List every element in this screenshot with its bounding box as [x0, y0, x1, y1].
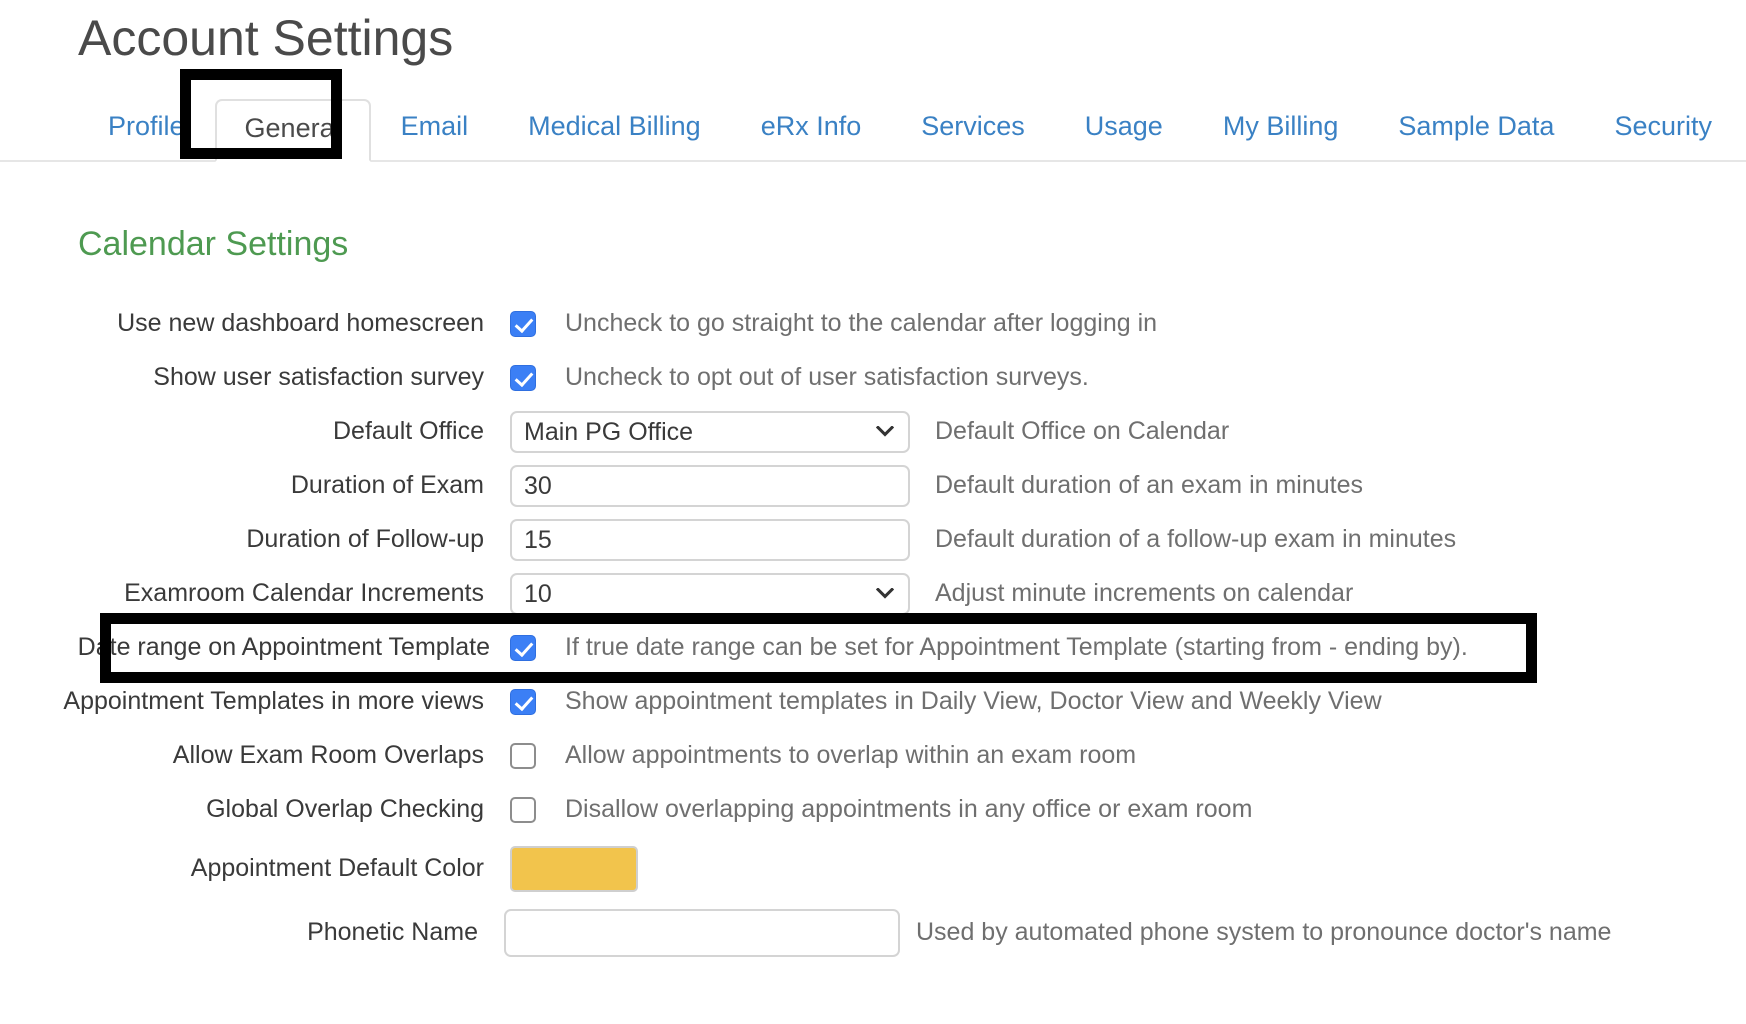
- setting-help-text: Adjust minute increments on calendar: [935, 579, 1354, 608]
- select-wrapper-default-office: Main PG Office: [510, 410, 910, 453]
- checkbox-date-range-template[interactable]: [510, 634, 536, 661]
- setting-label: Appointment Templates in more views: [63, 687, 484, 716]
- page-title: Account Settings: [78, 10, 454, 66]
- setting-help-text: Disallow overlapping appointments in any…: [565, 795, 1253, 824]
- setting-control: 30 Default duration of an exam in minute…: [510, 464, 1364, 507]
- checkbox-templates-more-views[interactable]: [510, 688, 536, 715]
- tab-email[interactable]: Email: [371, 97, 499, 160]
- select-wrapper-examroom-increments: 10: [510, 572, 910, 615]
- setting-row-global-overlap: Global Overlap Checking Disallow overlap…: [0, 783, 1746, 837]
- tab-medical-billing[interactable]: Medical Billing: [498, 97, 731, 160]
- setting-label: Show user satisfaction survey: [153, 363, 484, 392]
- setting-control: Disallow overlapping appointments in any…: [510, 795, 1252, 824]
- section-heading-calendar-settings: Calendar Settings: [78, 225, 349, 263]
- setting-row-date-range-template: Date range on Appointment Template If tr…: [0, 612, 1746, 683]
- setting-row-templates-more-views: Appointment Templates in more views Show…: [0, 675, 1746, 729]
- setting-row-examroom-increments: Examroom Calendar Increments 10 Adjust m…: [0, 567, 1746, 621]
- setting-help-text: Default duration of a follow-up exam in …: [935, 525, 1457, 554]
- input-duration-followup[interactable]: 15: [510, 518, 910, 561]
- checkbox-use-new-dashboard[interactable]: [510, 310, 536, 337]
- checkbox-satisfaction-survey[interactable]: [510, 364, 536, 391]
- setting-row-satisfaction-survey: Show user satisfaction survey Uncheck to…: [0, 351, 1746, 405]
- setting-label: Duration of Exam: [290, 471, 484, 500]
- setting-control: Allow appointments to overlap within an …: [510, 741, 1136, 770]
- setting-control: Used by automated phone system to pronou…: [504, 908, 1612, 957]
- setting-help-text: Used by automated phone system to pronou…: [916, 918, 1612, 947]
- setting-control: If true date range can be set for Appoin…: [510, 633, 1468, 662]
- setting-row-default-color: Appointment Default Color: [0, 837, 1746, 901]
- setting-control: Uncheck to go straight to the calendar a…: [510, 309, 1157, 338]
- setting-help-text: If true date range can be set for Appoin…: [565, 633, 1468, 662]
- setting-label: Phonetic Name: [307, 918, 478, 947]
- tab-security[interactable]: Security: [1584, 97, 1742, 160]
- input-duration-exam[interactable]: 30: [510, 464, 910, 507]
- setting-label: Use new dashboard homescreen: [117, 309, 484, 338]
- setting-row-use-new-dashboard: Use new dashboard homescreen Uncheck to …: [0, 297, 1746, 351]
- setting-label: Duration of Follow-up: [246, 525, 484, 554]
- setting-row-duration-followup: Duration of Follow-up 15 Default duratio…: [0, 513, 1746, 567]
- tab-my-billing[interactable]: My Billing: [1193, 97, 1369, 160]
- select-examroom-increments[interactable]: 10: [510, 572, 910, 615]
- setting-label: Default Office: [332, 417, 484, 446]
- setting-control: Uncheck to opt out of user satisfaction …: [510, 363, 1089, 392]
- tab-profile[interactable]: Profile: [78, 97, 215, 160]
- checkbox-exam-room-overlaps[interactable]: [510, 742, 536, 769]
- settings-tab-bar: Profile General Email Medical Billing eR…: [0, 86, 1746, 162]
- color-swatch-appointment-default[interactable]: [510, 845, 638, 892]
- setting-help-text: Uncheck to opt out of user satisfaction …: [565, 363, 1089, 392]
- setting-help-text: Uncheck to go straight to the calendar a…: [565, 309, 1158, 338]
- setting-label: Allow Exam Room Overlaps: [172, 741, 484, 770]
- setting-help-text: Default duration of an exam in minutes: [935, 471, 1364, 500]
- setting-label: Examroom Calendar Increments: [124, 579, 484, 608]
- checkbox-global-overlap[interactable]: [510, 796, 536, 823]
- setting-control: Show appointment templates in Daily View…: [510, 687, 1382, 716]
- setting-control: Main PG Office Default Office on Calenda…: [510, 410, 1230, 453]
- tab-general[interactable]: General: [214, 99, 371, 162]
- tab-services[interactable]: Services: [891, 97, 1055, 160]
- setting-label: Appointment Default Color: [190, 854, 484, 883]
- setting-control: 15 Default duration of a follow-up exam …: [510, 518, 1457, 561]
- select-default-office[interactable]: Main PG Office: [510, 410, 910, 453]
- setting-control: [510, 845, 638, 892]
- input-phonetic-name[interactable]: [504, 908, 900, 957]
- tab-usage[interactable]: Usage: [1055, 97, 1193, 160]
- setting-row-exam-room-overlaps: Allow Exam Room Overlaps Allow appointme…: [0, 729, 1746, 783]
- setting-row-default-office: Default Office Main PG Office Default Of…: [0, 405, 1746, 459]
- tab-erx-info[interactable]: eRx Info: [731, 97, 892, 160]
- tab-sample-data[interactable]: Sample Data: [1368, 97, 1584, 160]
- setting-help-text: Allow appointments to overlap within an …: [565, 741, 1137, 770]
- calendar-settings-form: Use new dashboard homescreen Uncheck to …: [0, 297, 1746, 965]
- setting-row-duration-exam: Duration of Exam 30 Default duration of …: [0, 459, 1746, 513]
- setting-row-phonetic-name: Phonetic Name Used by automated phone sy…: [0, 901, 1746, 965]
- setting-label: Global Overlap Checking: [206, 795, 484, 824]
- setting-help-text: Default Office on Calendar: [935, 417, 1230, 446]
- setting-control: 10 Adjust minute increments on calendar: [510, 572, 1354, 615]
- setting-help-text: Show appointment templates in Daily View…: [565, 687, 1382, 716]
- setting-label: Date range on Appointment Template: [77, 633, 490, 662]
